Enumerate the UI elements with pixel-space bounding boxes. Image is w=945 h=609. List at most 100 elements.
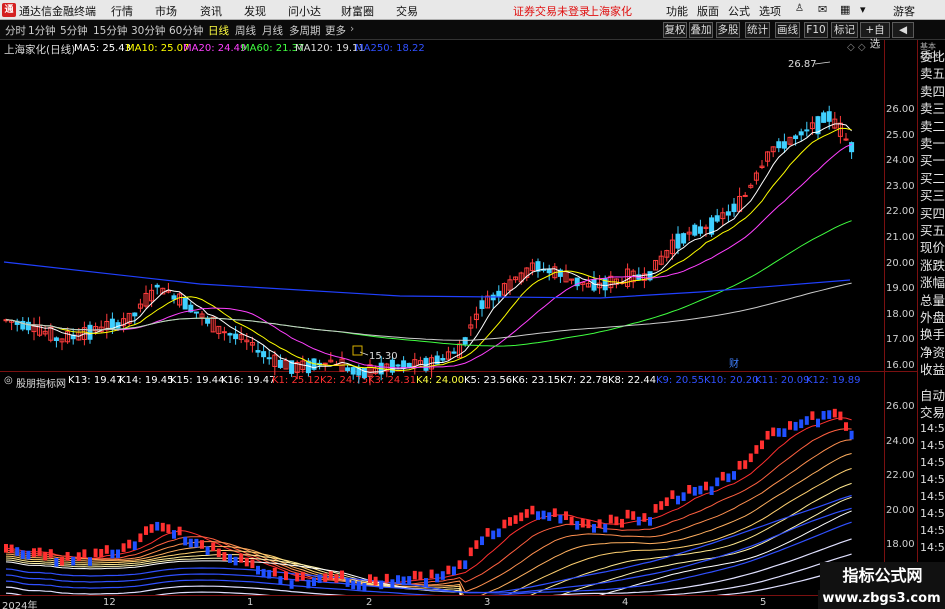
indicator-bar — [788, 421, 792, 430]
x-label-feb: 2 — [366, 597, 373, 608]
user-icon[interactable]: ♙ — [795, 3, 804, 14]
sidebar-item-2[interactable]: 卖四 — [920, 81, 945, 100]
menu-zixun[interactable]: 资讯 — [200, 3, 222, 19]
indicator-bar — [216, 548, 221, 558]
indicator-bar — [340, 570, 344, 580]
indicator-bar — [373, 576, 378, 586]
current-stock-name: 上海家化 — [588, 5, 632, 18]
grid-icon[interactable]: ▦ — [840, 3, 850, 16]
candle-body — [227, 333, 233, 336]
sidebar-item-13[interactable]: 涨幅 — [920, 272, 945, 291]
mark-button[interactable]: 标记 — [831, 22, 858, 38]
fuquan-button[interactable]: 复权 — [663, 22, 687, 38]
menu-shichang[interactable]: 市场 — [155, 3, 177, 19]
ma250-line — [3, 261, 851, 299]
period-fenshi[interactable]: 分时 — [5, 23, 26, 38]
login-alert[interactable]: 证券交易未登录 — [513, 3, 590, 19]
statistics-button[interactable]: 统计 — [745, 22, 770, 38]
menu-xuanxiang[interactable]: 选项 — [759, 3, 781, 19]
menu-gongshi[interactable]: 公式 — [728, 3, 750, 19]
sidebar-auto-trade-1[interactable]: 交易 — [920, 402, 945, 421]
sidebar-item-15[interactable]: 外盘 — [920, 307, 945, 326]
indicator-bar — [726, 473, 731, 483]
sidebar-item-5[interactable]: 卖一 — [920, 133, 945, 152]
candle-body — [692, 224, 698, 236]
sidebar-item-18[interactable]: 收益 — [920, 359, 945, 378]
guest-label[interactable]: 游客 — [893, 3, 915, 19]
period-60min[interactable]: 60分钟 — [169, 23, 203, 38]
sidebar-time-7: 14:56 — [920, 541, 945, 554]
sidebar-item-10[interactable]: 买五 — [920, 220, 945, 239]
menu-gongneng[interactable]: 功能 — [666, 3, 688, 19]
sidebar-item-3[interactable]: 卖三 — [920, 98, 945, 117]
dropdown-icon[interactable]: ▾ — [860, 3, 866, 16]
sidebar-item-12[interactable]: 涨跌 — [920, 255, 945, 274]
menu-jiaoyi[interactable]: 交易 — [396, 3, 418, 19]
more-chevron-icon[interactable]: › — [350, 23, 354, 35]
period-monthly[interactable]: 月线 — [262, 23, 283, 38]
event-marker-icon[interactable] — [352, 345, 363, 356]
menu-banmian[interactable]: 版面 — [697, 3, 719, 19]
period-1min[interactable]: 1分钟 — [28, 23, 56, 38]
sidebar-item-17[interactable]: 净资 — [920, 342, 945, 361]
period-30min[interactable]: 30分钟 — [131, 23, 165, 38]
sidebar-item-4[interactable]: 卖二 — [920, 116, 945, 135]
indicator-bar — [480, 536, 484, 546]
candle-body — [591, 279, 597, 291]
indicator-bar — [222, 552, 227, 561]
sidebar-item-6[interactable]: 买一 — [920, 150, 945, 169]
indicator-bar — [732, 471, 736, 480]
indicator-bar — [569, 516, 574, 526]
multi-stock-button[interactable]: 多股 — [716, 22, 740, 38]
x-label-apr: 4 — [622, 597, 629, 608]
sidebar-item-16[interactable]: 换手 — [920, 324, 945, 343]
indicator-bar — [536, 511, 540, 520]
indicator-bar — [457, 560, 462, 569]
candle-body — [255, 350, 261, 353]
candle-body — [221, 331, 227, 334]
sidebar-item-11[interactable]: 现价 — [920, 237, 945, 256]
indicator-bar — [351, 580, 356, 590]
period-weekly[interactable]: 周线 — [235, 23, 256, 38]
indicator-bar — [323, 573, 328, 582]
collapse-panel-button[interactable]: ◀ — [892, 22, 914, 38]
candle-body — [697, 226, 703, 234]
period-toolbar: 分时 1分钟 5分钟 15分钟 30分钟 60分钟 日线 周线 月线 多周期 更… — [0, 20, 945, 50]
sidebar-item-7[interactable]: 买二 — [920, 168, 945, 187]
sidebar-item-1[interactable]: 卖五 — [920, 63, 945, 82]
period-daily[interactable]: 日线 — [208, 23, 229, 38]
menu-faxian[interactable]: 发现 — [244, 3, 266, 19]
kline-chart[interactable]: 26.87 15.30 财 — [0, 40, 884, 595]
indicator-bar — [810, 411, 815, 420]
indicator-bar — [816, 418, 820, 428]
period-multi[interactable]: 多周期 — [289, 23, 321, 38]
period-15min[interactable]: 15分钟 — [93, 23, 127, 38]
add-watchlist-button[interactable]: +自选 — [860, 22, 890, 50]
finance-marker[interactable]: 财 — [729, 357, 739, 370]
candle-body — [171, 295, 177, 300]
sidebar-time-3: 14:56 — [920, 473, 945, 486]
message-icon[interactable]: ✉ — [818, 3, 827, 16]
menu-wenxiaoda[interactable]: 问小达 — [288, 3, 321, 19]
menu-caifuquan[interactable]: 财富圈 — [341, 3, 374, 19]
draw-line-button[interactable]: 画线 — [775, 22, 800, 38]
f10-button[interactable]: F10 — [804, 22, 828, 38]
sidebar-item-9[interactable]: 买四 — [920, 203, 945, 222]
indicator-bar — [401, 576, 406, 586]
period-more[interactable]: 更多 — [325, 23, 346, 38]
candle-body — [361, 368, 367, 379]
indicator-bar — [692, 487, 697, 496]
x-label-may: 5 — [760, 597, 767, 608]
indicator-bar — [636, 516, 641, 526]
period-5min[interactable]: 5分钟 — [60, 23, 88, 38]
candle-body — [496, 290, 502, 298]
sidebar-item-14[interactable]: 总量 — [920, 290, 945, 309]
indicator-bar — [821, 411, 826, 420]
sidebar-item-8[interactable]: 买三 — [920, 185, 945, 204]
sidebar-item-0[interactable]: 委比 — [920, 46, 945, 65]
overlay-button[interactable]: 叠加 — [689, 22, 713, 38]
candle-body — [233, 333, 239, 340]
menu-hangqing[interactable]: 行情 — [111, 3, 133, 19]
ma20-line — [5, 143, 852, 369]
main-y-tick: 23.00 — [886, 180, 915, 192]
